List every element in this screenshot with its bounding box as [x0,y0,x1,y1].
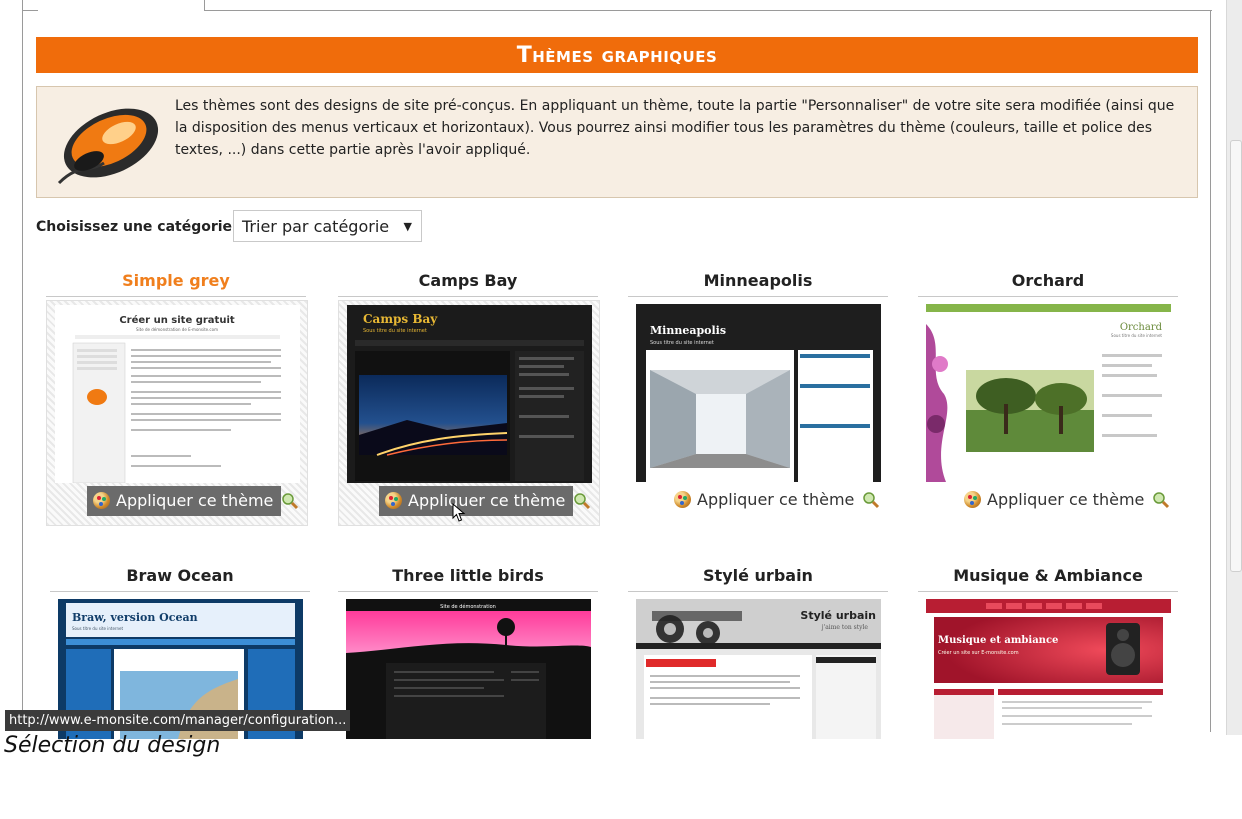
mouse-pointer-icon [452,503,466,522]
preview-subtitle: Créer un site sur E-monsite.com [938,649,1019,656]
apply-theme-button[interactable]: Appliquer ce thème [958,485,1152,515]
category-select[interactable]: Trier par catégorie ▼ [233,210,422,242]
scrollbar[interactable] [1226,0,1242,735]
theme-card-camps-bay[interactable]: Camps Bay Camps Bay Sous titre du site i… [334,270,602,526]
theme-title[interactable]: Simple grey [42,270,310,292]
preview-title: Musique et ambiance [938,635,1058,646]
preview-title: Créer un site gratuit [119,314,235,326]
status-bar-url: http://www.e-monsite.com/manager/configu… [5,710,351,731]
palette-icon [93,492,110,509]
category-label: Choisissez une catégorie : [36,219,243,235]
preview-subtitle: Sous titre du site internet [363,328,427,334]
palette-icon [674,491,691,508]
preview-subtitle: j'aime ton style [821,624,869,631]
zoom-preview-icon[interactable] [862,491,880,509]
theme-card-minneapolis[interactable]: Minneapolis Minneapolis Sous titre du si… [624,270,892,509]
apply-label: Appliquer ce thème [697,490,855,509]
apply-label: Appliquer ce thème [116,491,274,510]
scrollbar-thumb[interactable] [1230,140,1242,572]
theme-title[interactable]: Orchard [914,270,1182,292]
theme-card-three-little-birds[interactable]: Three little birds Site de démonstration [334,565,602,739]
preview-title: Minneapolis [650,324,726,337]
figure-caption: Sélection du design [4,733,221,758]
theme-card-musique-ambiance[interactable]: Musique & Ambiance Musique et ambiance C… [914,565,1182,739]
palette-icon [964,491,981,508]
preview-title: Orchard [1120,322,1163,333]
panel-border [1210,10,1211,732]
palette-icon [385,492,402,509]
theme-preview-image[interactable]: Créer un site gratuit Site de démonstrat… [55,305,300,483]
preview-subtitle: Sous titre du site internet [1111,333,1163,338]
apply-label: Appliquer ce thème [408,491,566,510]
theme-title[interactable]: Braw Ocean [46,565,314,587]
mouse-icon [57,108,159,185]
category-select-value: Trier par catégorie [242,217,390,236]
zoom-preview-icon[interactable] [1152,491,1170,509]
tab-frame [22,0,1212,730]
preview-subtitle: Sous titre du site internet [72,626,124,631]
theme-card-simple-grey[interactable]: Simple grey Créer un site gratuit Site d… [42,270,310,526]
theme-preview-image[interactable]: Minneapolis Sous titre du site internet [636,304,881,482]
zoom-preview-icon[interactable] [281,492,299,510]
intro-text: Les thèmes sont des designs de site pré-… [175,98,1175,158]
theme-card-braw-ocean[interactable]: Braw Ocean Braw, version Ocean Sous titr… [46,565,314,739]
preview-title: Braw, version Ocean [72,611,198,624]
zoom-preview-icon[interactable] [573,492,591,510]
preview-title: Camps Bay [363,312,438,326]
apply-theme-button[interactable]: Appliquer ce thème [668,485,862,515]
dropdown-arrow-icon: ▼ [403,220,412,233]
preview-title: Site de démonstration [440,603,496,610]
theme-preview-image[interactable]: Camps Bay Sous titre du site internet [347,305,592,483]
theme-preview-image[interactable]: Stylé urbain j'aime ton style [636,599,881,739]
theme-preview-image[interactable]: Site de démonstration [346,599,591,739]
apply-theme-button[interactable]: Appliquer ce thème [87,486,282,516]
apply-theme-button[interactable]: Appliquer ce thème [379,486,574,516]
section-banner: Thèmes graphiques [36,37,1198,73]
preview-subtitle: Sous titre du site internet [650,340,714,346]
theme-title[interactable]: Stylé urbain [624,565,892,587]
theme-title[interactable]: Three little birds [334,565,602,587]
apply-label: Appliquer ce thème [987,490,1145,509]
theme-card-style-urbain[interactable]: Stylé urbain Stylé urbain j'aime ton sty… [624,565,892,739]
theme-title[interactable]: Minneapolis [624,270,892,292]
theme-preview-image[interactable]: Musique et ambiance Créer un site sur E-… [926,599,1171,739]
theme-card-orchard[interactable]: Orchard Orchard Sous titre du site inter… [914,270,1182,509]
theme-title[interactable]: Camps Bay [334,270,602,292]
preview-title: Stylé urbain [800,609,876,622]
theme-preview-image[interactable]: Orchard Sous titre du site internet [926,304,1171,482]
preview-subtitle: Site de démonstration de E-monsite.com [136,327,218,332]
intro-box: Les thèmes sont des designs de site pré-… [36,86,1198,198]
theme-title[interactable]: Musique & Ambiance [914,565,1182,587]
